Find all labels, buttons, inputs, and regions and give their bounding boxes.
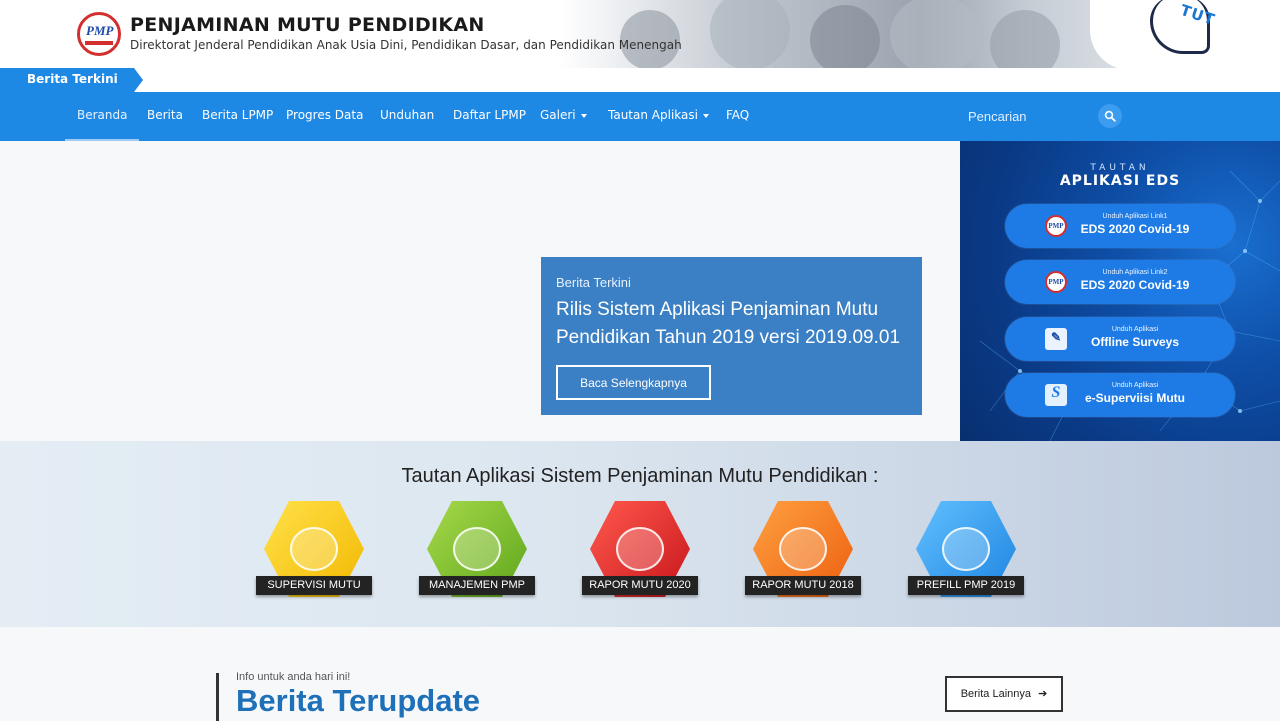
app-label: RAPOR MUTU 2018 (745, 576, 861, 595)
pmp-logo-icon (779, 527, 827, 571)
nav-galeri-label: Galeri (540, 108, 576, 122)
more-news-label: Berita Lainnya (960, 688, 1032, 700)
read-more-button[interactable]: Baca Selengkapnya (556, 365, 711, 400)
site-subtitle: Direktorat Jenderal Pendidikan Anak Usia… (130, 38, 682, 52)
eds-link-small: Unduh Aplikasi Link1 (1102, 213, 1168, 220)
nav-item-progres-data[interactable]: Progres Data (286, 92, 363, 141)
eds-link-small: Unduh Aplikasi (1111, 326, 1159, 333)
hero-slider: Berita Terkini Rilis Sistem Aplikasi Pen… (0, 141, 960, 441)
app-label: MANAJEMEN PMP (419, 576, 535, 595)
supervisi-s-icon: S (1045, 384, 1067, 406)
e-supervisi-button[interactable]: S Unduh Aplikasi e-Superviisi Mutu (1005, 373, 1235, 417)
main-navigation: Beranda Berita Berita LPMP Progres Data … (0, 92, 960, 141)
search-bar (960, 92, 1280, 141)
meeting-icon (290, 527, 338, 571)
hero-tag: Berita Terkini (556, 275, 631, 290)
pmp-logo[interactable]: PMP (77, 12, 121, 56)
eds-link-2-button[interactable]: PMP Unduh Aplikasi Link2 EDS 2020 Covid-… (1005, 260, 1235, 304)
nav-item-berita-lpmp[interactable]: Berita LPMP (202, 92, 273, 141)
search-icon (1104, 110, 1116, 122)
nav-tautan-label: Tautan Aplikasi (608, 108, 698, 122)
eds-link-1-button[interactable]: PMP Unduh Aplikasi Link1 EDS 2020 Covid-… (1005, 204, 1235, 248)
news-kicker: Info untuk anda hari ini! (236, 671, 351, 683)
pmp-logo-icon (616, 527, 664, 571)
news-section-title: Berita Terupdate (236, 683, 481, 718)
nav-item-unduhan[interactable]: Unduhan (380, 92, 434, 141)
nav-item-galeri[interactable]: Galeri (540, 92, 587, 141)
cloud-server-icon (942, 527, 990, 571)
panel-heading: APLIKASI EDS (1059, 173, 1181, 189)
app-supervisi-mutu[interactable]: SUPERVISI MUTU (256, 501, 372, 601)
news-ticker: Berita Terkini (0, 68, 1280, 92)
document-icon: ✎ (1045, 328, 1067, 350)
eds-links-panel: TAUTAN APLIKASI EDS PMP Unduh Aplikasi L… (960, 141, 1280, 441)
eds-link-main: EDS 2020 Covid-19 (1080, 222, 1190, 236)
site-title[interactable]: PENJAMINAN MUTU PENDIDIKAN (130, 14, 485, 36)
panel-kicker: TAUTAN (1090, 163, 1150, 173)
ticker-arrow (134, 68, 143, 92)
site-header: TUT PMP PENJAMINAN MUTU PENDIDIKAN Direk… (0, 0, 1280, 68)
logo-bar (85, 41, 113, 45)
latest-news-section: Info untuk anda hari ini! Berita Terupda… (0, 627, 1280, 721)
logo-text: PMP (86, 23, 114, 38)
app-rapor-mutu-2020[interactable]: RAPOR MUTU 2020 (582, 501, 698, 601)
eds-link-main: e-Superviisi Mutu (1084, 391, 1185, 405)
nav-item-berita[interactable]: Berita (147, 92, 183, 141)
pmp-logo-icon: PMP (1045, 271, 1067, 293)
apps-section-title: Tautan Aplikasi Sistem Penjaminan Mutu P… (401, 465, 879, 487)
app-prefill-pmp-2019[interactable]: PREFILL PMP 2019 (908, 501, 1024, 601)
eds-link-main: EDS 2020 Covid-19 (1080, 278, 1190, 292)
eds-link-small: Unduh Aplikasi Link2 (1102, 269, 1168, 276)
app-label: SUPERVISI MUTU (256, 576, 372, 595)
hero-news-card: Berita Terkini Rilis Sistem Aplikasi Pen… (541, 257, 922, 415)
app-manajemen-pmp[interactable]: MANAJEMEN PMP (419, 501, 535, 601)
app-rapor-mutu-2018[interactable]: RAPOR MUTU 2018 (745, 501, 861, 601)
app-label: PREFILL PMP 2019 (908, 576, 1024, 595)
manager-gear-icon (453, 527, 501, 571)
nav-item-faq[interactable]: FAQ (726, 92, 749, 141)
eds-link-small: Unduh Aplikasi (1111, 382, 1159, 389)
ticker-label: Berita Terkini (0, 68, 134, 92)
search-button[interactable] (1098, 104, 1122, 128)
pmp-logo-icon: PMP (1045, 215, 1067, 237)
nav-item-beranda[interactable]: Beranda (65, 92, 140, 141)
offline-surveys-button[interactable]: ✎ Unduh Aplikasi Offline Surveys (1005, 317, 1235, 361)
app-label: RAPOR MUTU 2020 (582, 576, 698, 595)
chevron-down-icon (580, 113, 587, 118)
section-accent-bar (216, 673, 219, 721)
arrow-right-icon: ➔ (1038, 688, 1048, 700)
eds-link-main: Offline Surveys (1090, 335, 1180, 349)
app-links-section: Tautan Aplikasi Sistem Penjaminan Mutu P… (0, 441, 1280, 627)
hero-title[interactable]: Rilis Sistem Aplikasi Penjaminan Mutu Pe… (556, 296, 907, 352)
chevron-down-icon (702, 113, 709, 118)
more-news-button[interactable]: Berita Lainnya ➔ (945, 676, 1063, 712)
nav-item-daftar-lpmp[interactable]: Daftar LPMP (453, 92, 526, 141)
nav-item-tautan-aplikasi[interactable]: Tautan Aplikasi (608, 92, 709, 141)
